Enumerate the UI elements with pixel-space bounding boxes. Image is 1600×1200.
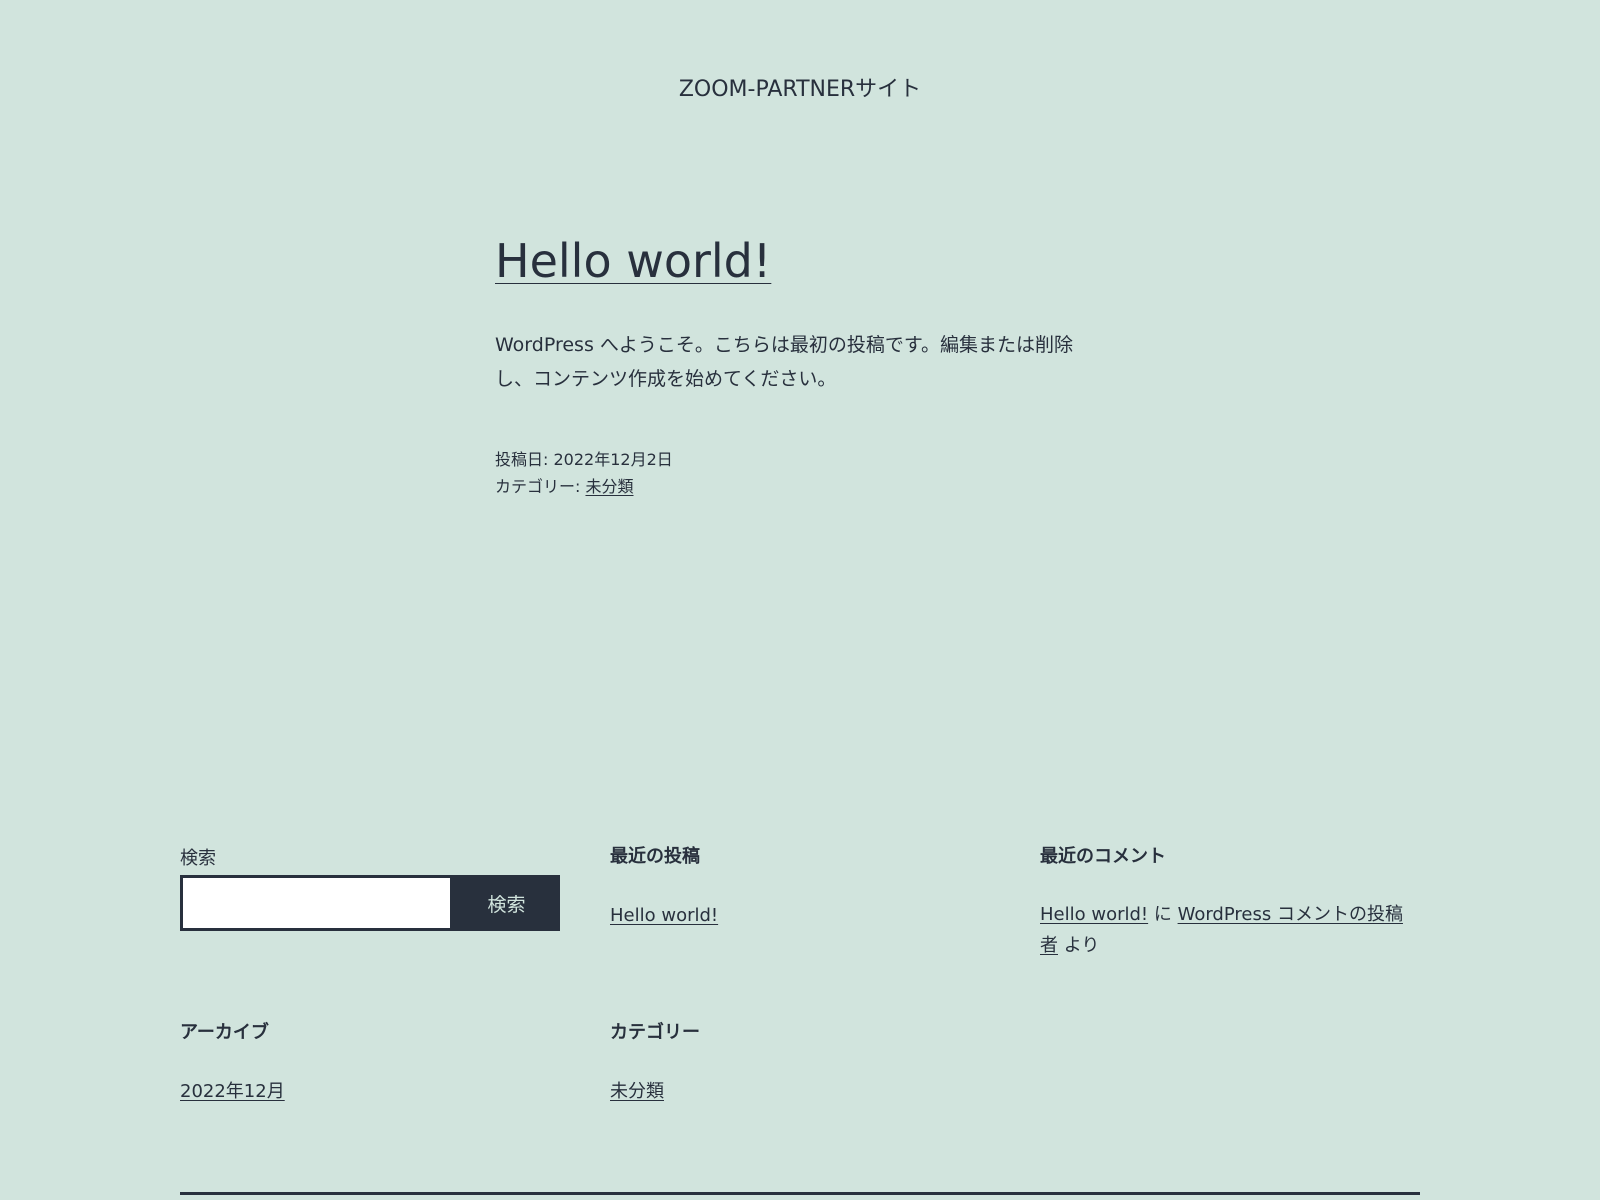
post-title: Hello world! [495,226,1105,296]
list-item: 2022年12月 [180,1077,285,1107]
post-category-label: カテゴリー: [495,477,586,496]
archives-widget: アーカイブ 2022年12月 [180,1020,285,1107]
categories-widget: カテゴリー 未分類 [610,1020,700,1107]
search-button[interactable]: 検索 [453,875,560,931]
post-title-link[interactable]: Hello world! [495,234,771,288]
recent-comments-widget: 最近のコメント Hello world! に WordPress コメントの投稿… [1040,844,1412,961]
post-category-link[interactable]: 未分類 [585,477,633,496]
categories-list: 未分類 [610,1077,700,1107]
search-widget: 検索 検索 [180,846,560,931]
site-title[interactable]: ZOOM-PARTNERサイト [0,74,1600,106]
footer-divider [180,1192,1420,1195]
categories-heading: カテゴリー [610,1022,700,1043]
archive-link[interactable]: 2022年12月 [180,1081,285,1102]
comment-connector: に [1148,904,1178,925]
site-title-text[interactable]: ZOOM-PARTNERサイト [679,77,921,102]
recent-posts-list: Hello world! [610,901,718,931]
recent-posts-widget: 最近の投稿 Hello world! [610,844,718,931]
search-label: 検索 [180,848,216,869]
list-item: Hello world! [610,901,718,931]
post-date-value: 2022年12月2日 [553,450,673,469]
category-link[interactable]: 未分類 [610,1081,664,1102]
post-category: カテゴリー: 未分類 [495,473,1105,500]
recent-comment: Hello world! に WordPress コメントの投稿者 より [1040,899,1412,961]
post-excerpt: WordPress へようこそ。こちらは最初の投稿です。編集または削除し、コンテ… [495,334,1073,390]
comment-post-link[interactable]: Hello world! [1040,904,1148,925]
list-item: 未分類 [610,1077,700,1107]
post-meta: 投稿日: 2022年12月2日 カテゴリー: 未分類 [495,446,1105,500]
post: Hello world! WordPress へようこそ。こちらは最初の投稿です… [495,226,1105,500]
comment-suffix: より [1058,935,1100,956]
search-form: 検索 [180,875,560,931]
recent-post-link[interactable]: Hello world! [610,905,718,926]
search-input[interactable] [180,875,453,931]
post-date: 投稿日: 2022年12月2日 [495,446,1105,473]
archives-list: 2022年12月 [180,1077,285,1107]
archives-heading: アーカイブ [180,1022,269,1043]
post-date-label: 投稿日: [495,450,554,469]
recent-comments-heading: 最近のコメント [1040,846,1166,867]
recent-posts-heading: 最近の投稿 [610,846,700,867]
